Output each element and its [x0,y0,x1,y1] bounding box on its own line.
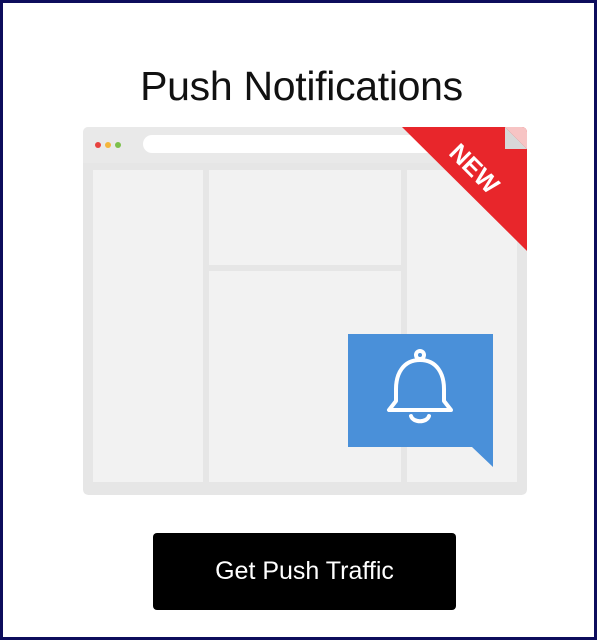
card-frame: Push Notifications NEW Get Push Traffic [0,0,597,640]
browser-illustration: NEW [83,127,527,495]
panel-center-top [209,170,401,265]
panel-left [93,170,203,482]
green-dot-icon [115,142,121,148]
yellow-dot-icon [105,142,111,148]
red-dot-icon [95,142,101,148]
get-push-traffic-button[interactable]: Get Push Traffic [153,533,456,610]
card-title: Push Notifications [140,63,463,109]
